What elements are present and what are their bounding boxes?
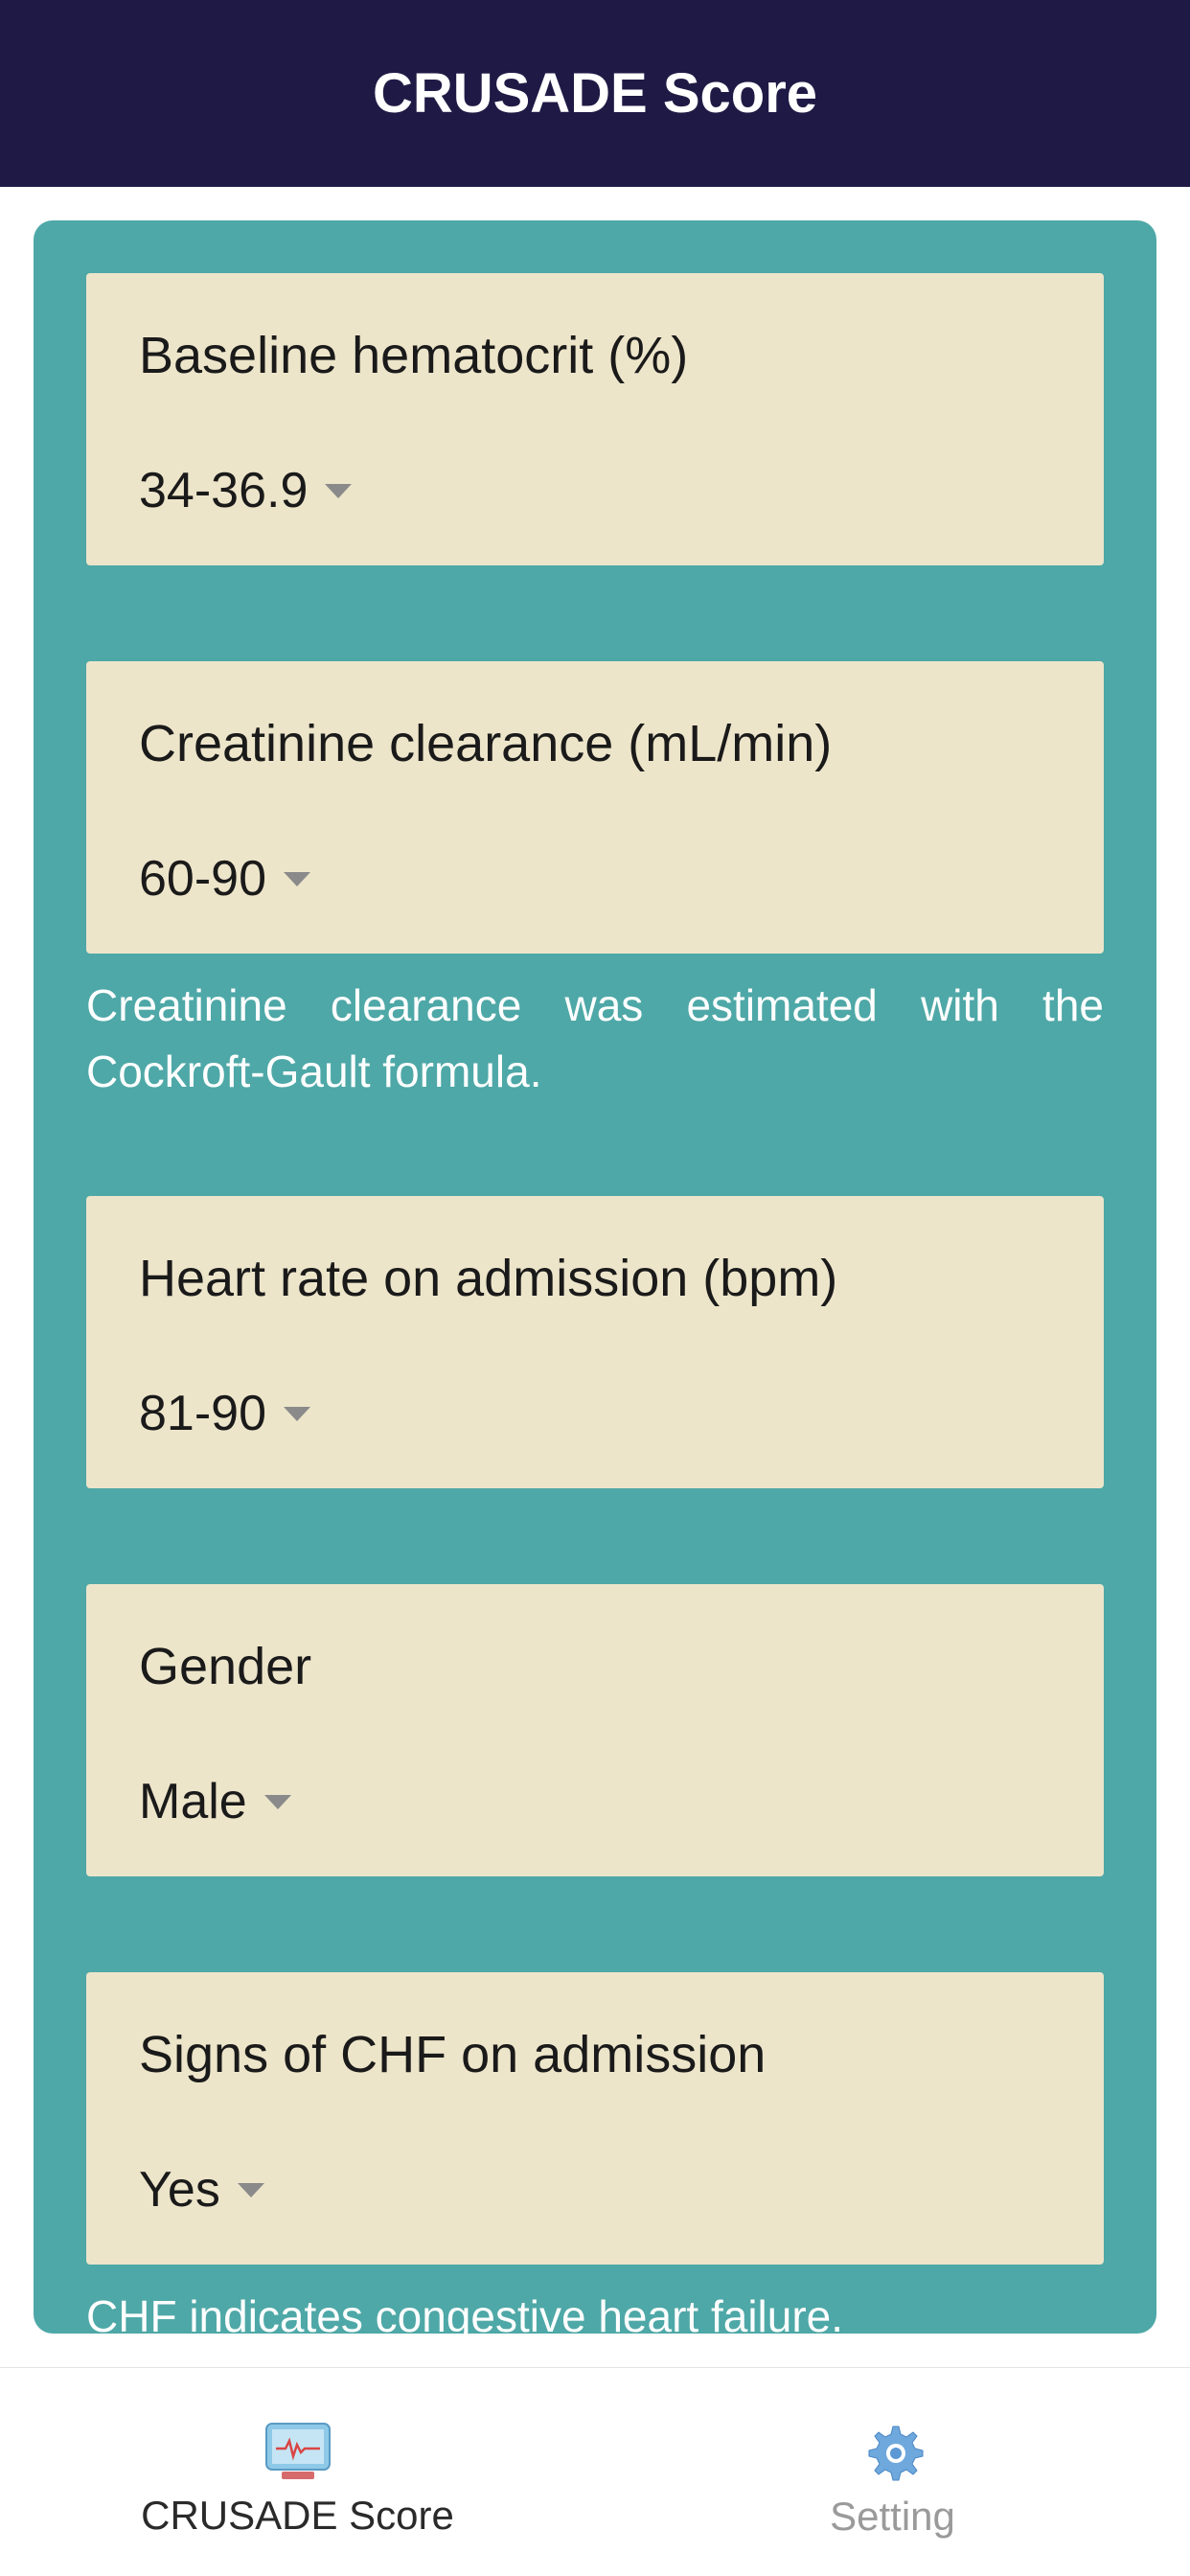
monitor-icon	[264, 2422, 332, 2481]
dropdown-chf[interactable]: Yes	[139, 2161, 1051, 2219]
field-chf: Signs of CHF on admission Yes	[86, 1972, 1104, 2265]
form-container: Baseline hematocrit (%) 34-36.9 Creatini…	[34, 220, 1156, 2334]
chevron-down-icon	[325, 484, 352, 498]
main-content: Baseline hematocrit (%) 34-36.9 Creatini…	[0, 187, 1190, 2367]
dropdown-value: Male	[139, 1773, 247, 1830]
help-text-chf: CHF indicates congestive heart failure.	[86, 2274, 1104, 2334]
field-hematocrit: Baseline hematocrit (%) 34-36.9	[86, 273, 1104, 565]
nav-item-setting[interactable]: Setting	[595, 2368, 1190, 2576]
nav-label: Setting	[830, 2494, 955, 2540]
chevron-down-icon	[238, 2183, 264, 2197]
help-text-creatinine: Creatinine clearance was estimated with …	[86, 963, 1104, 1105]
dropdown-hematocrit[interactable]: 34-36.9	[139, 462, 1051, 519]
dropdown-value: 34-36.9	[139, 462, 308, 519]
chevron-down-icon	[284, 872, 310, 886]
field-heartrate: Heart rate on admission (bpm) 81-90	[86, 1196, 1104, 1488]
dropdown-value: 81-90	[139, 1385, 266, 1442]
field-creatinine: Creatinine clearance (mL/min) 60-90	[86, 661, 1104, 954]
nav-item-crusade[interactable]: CRUSADE Score	[0, 2368, 595, 2576]
field-label: Creatinine clearance (mL/min)	[139, 714, 1051, 773]
gear-icon	[862, 2421, 924, 2482]
field-gender: Gender Male	[86, 1584, 1104, 1876]
chevron-down-icon	[284, 1407, 310, 1421]
field-label: Baseline hematocrit (%)	[139, 326, 1051, 385]
page-title: CRUSADE Score	[373, 61, 817, 126]
chevron-down-icon	[264, 1795, 291, 1809]
dropdown-creatinine[interactable]: 60-90	[139, 850, 1051, 908]
dropdown-value: 60-90	[139, 850, 266, 908]
dropdown-gender[interactable]: Male	[139, 1773, 1051, 1830]
field-label: Gender	[139, 1637, 1051, 1696]
dropdown-value: Yes	[139, 2161, 220, 2219]
bottom-nav: CRUSADE Score Setting	[0, 2367, 1190, 2576]
app-header: CRUSADE Score	[0, 0, 1190, 187]
dropdown-heartrate[interactable]: 81-90	[139, 1385, 1051, 1442]
nav-label: CRUSADE Score	[141, 2493, 454, 2539]
field-label: Heart rate on admission (bpm)	[139, 1249, 1051, 1308]
field-label: Signs of CHF on admission	[139, 2025, 1051, 2084]
